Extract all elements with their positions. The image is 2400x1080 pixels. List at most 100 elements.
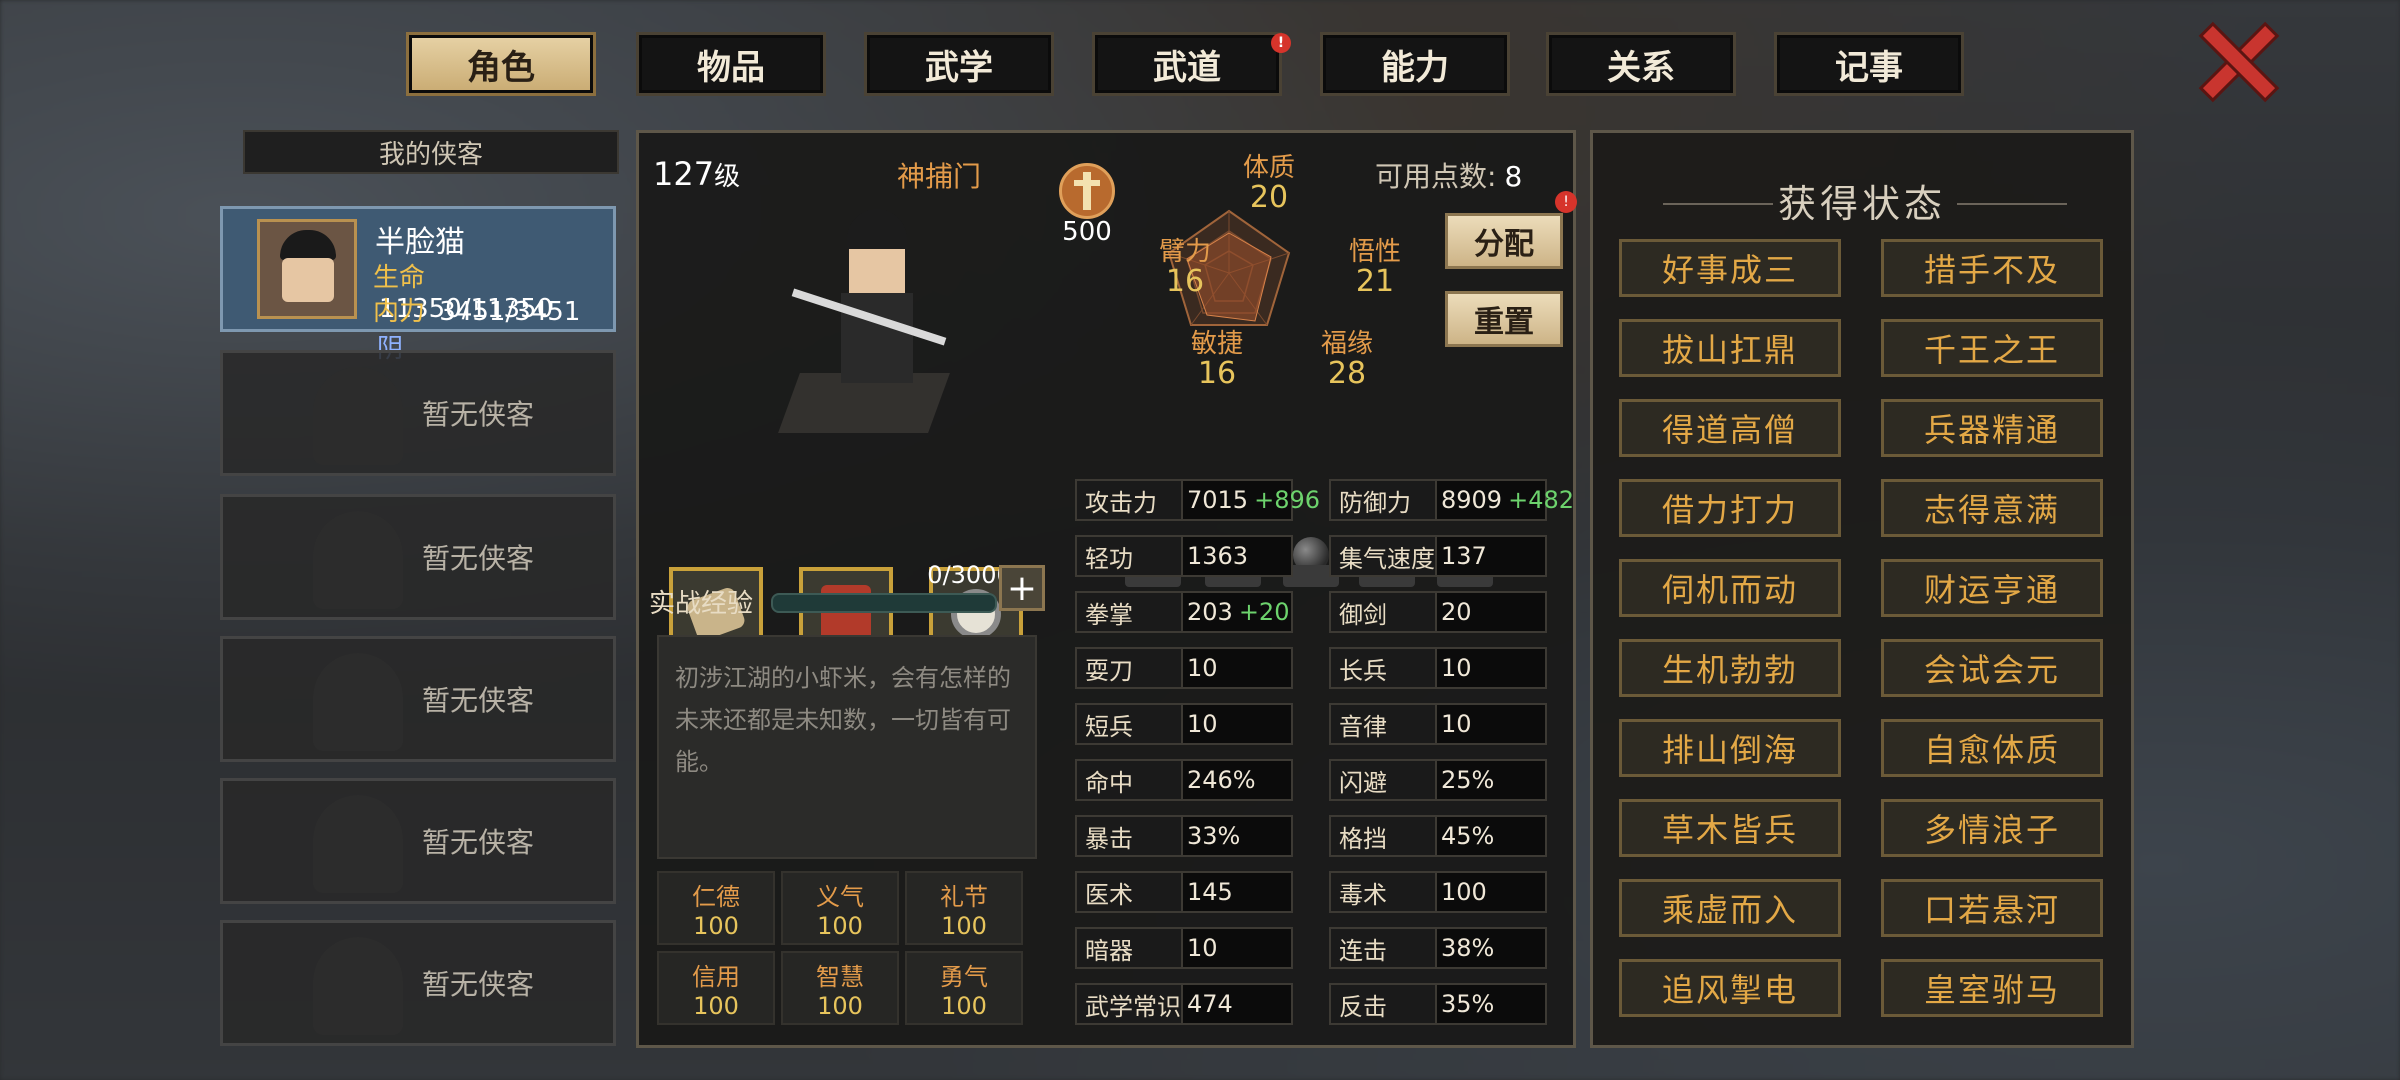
- stat-value: 7015 +896: [1183, 479, 1320, 521]
- empty-slot[interactable]: 暂无侠客: [220, 636, 616, 762]
- stat-label: 暴击: [1075, 815, 1183, 857]
- tab-character[interactable]: 角色: [406, 32, 596, 96]
- status-badge[interactable]: 得道高僧: [1619, 399, 1841, 457]
- sidebar-header: 我的侠客: [243, 130, 619, 174]
- empty-slot[interactable]: 暂无侠客: [220, 494, 616, 620]
- silhouette-icon: [313, 367, 403, 465]
- silhouette-icon: [313, 653, 403, 751]
- stat-label: 集气速度: [1329, 535, 1437, 577]
- rank-emblem-icon: [1059, 163, 1115, 219]
- stat-value: 10: [1437, 703, 1547, 745]
- character-panel: 127级 神捕门 500 体质 20 臂力 16 悟性 21 敏捷 16 福缘 28 可用…: [636, 130, 1577, 1048]
- tab-martial-arts[interactable]: 武学: [864, 32, 1054, 96]
- stat-label: 连击: [1329, 927, 1437, 969]
- stat-value: 10: [1183, 703, 1293, 745]
- stat-value: 10: [1183, 927, 1293, 969]
- status-badge[interactable]: 会试会元: [1881, 639, 2103, 697]
- status-badge[interactable]: 财运亨通: [1881, 559, 2103, 617]
- stat-label: 拳掌: [1075, 591, 1183, 633]
- status-badge[interactable]: 伺机而动: [1619, 559, 1841, 617]
- stat-label: 医术: [1075, 871, 1183, 913]
- tab-items[interactable]: 物品: [636, 32, 826, 96]
- status-badge[interactable]: 口若悬河: [1881, 879, 2103, 937]
- sect-name: 神捕门: [897, 160, 982, 193]
- status-badge[interactable]: 生机勃勃: [1619, 639, 1841, 697]
- status-badge[interactable]: 追风掣电: [1619, 959, 1841, 1017]
- stat-label: 闪避: [1329, 759, 1437, 801]
- virtue-courage: 勇气 100: [905, 951, 1023, 1025]
- stat-value: 38%: [1437, 927, 1547, 969]
- allocate-button[interactable]: 分配: [1445, 213, 1563, 269]
- level: 127级: [653, 155, 741, 193]
- stat-value: 100: [1437, 871, 1547, 913]
- stat-label: 防御力: [1329, 479, 1437, 521]
- virtue-righteousness: 义气 100: [781, 871, 899, 945]
- status-badge[interactable]: 拔山扛鼎: [1619, 319, 1841, 377]
- virtue-wisdom: 智慧 100: [781, 951, 899, 1025]
- status-badge[interactable]: 多情浪子: [1881, 799, 2103, 857]
- tab-martial-path[interactable]: 武道!: [1092, 32, 1291, 96]
- hero-card[interactable]: 半脸猫 生命 11350/11350 内力 3451/3451 阴: [220, 206, 616, 364]
- silhouette-icon: [313, 795, 403, 893]
- empty-slot[interactable]: 暂无侠客: [220, 920, 616, 1046]
- stat-label: 反击: [1329, 983, 1437, 1025]
- status-badge[interactable]: 草木皆兵: [1619, 799, 1841, 857]
- title-divider: [1957, 203, 2067, 205]
- attribute-strength: 臂力 16: [1159, 237, 1212, 299]
- status-badge[interactable]: 志得意满: [1881, 479, 2103, 537]
- alert-badge: !: [1555, 191, 1577, 213]
- tab-relations[interactable]: 关系: [1546, 32, 1736, 96]
- virtue-courtesy: 礼节 100: [905, 871, 1023, 945]
- stat-value: 10: [1183, 647, 1293, 689]
- status-badge[interactable]: 乘虚而入: [1619, 879, 1841, 937]
- stat-value: 20: [1437, 591, 1547, 633]
- attribute-agility: 敏捷 16: [1191, 329, 1244, 391]
- silhouette-icon: [313, 937, 403, 1035]
- available-points: 可用点数: 8: [1375, 160, 1523, 193]
- status-badge[interactable]: 千王之王: [1881, 319, 2103, 377]
- attribute-fortune: 福缘 28: [1321, 329, 1374, 391]
- stat-value: 10: [1437, 647, 1547, 689]
- stat-value: 137: [1437, 535, 1547, 577]
- stat-value: 35%: [1437, 983, 1547, 1025]
- experience-bar: [771, 593, 997, 613]
- stat-label: 武学常识: [1075, 983, 1183, 1025]
- experience-label: 实战经验: [649, 589, 754, 619]
- tab-journal[interactable]: 记事: [1774, 32, 1964, 96]
- tab-abilities[interactable]: 能力: [1320, 32, 1510, 96]
- status-badge[interactable]: 皇室驸马: [1881, 959, 2103, 1017]
- stat-value: 246%: [1183, 759, 1293, 801]
- stat-label: 短兵: [1075, 703, 1183, 745]
- status-badge[interactable]: 排山倒海: [1619, 719, 1841, 777]
- hero-name: 半脸猫: [375, 225, 465, 260]
- stat-label: 攻击力: [1075, 479, 1183, 521]
- stat-value: 45%: [1437, 815, 1547, 857]
- character-description: 初涉江湖的小虾米，会有怎样的未来还都是未知数，一切皆有可能。: [657, 635, 1037, 859]
- virtue-benevolence: 仁德 100: [657, 871, 775, 945]
- title-divider: [1663, 203, 1773, 205]
- stat-label: 暗器: [1075, 927, 1183, 969]
- stat-label: 毒术: [1329, 871, 1437, 913]
- silhouette-icon: [313, 511, 403, 609]
- add-experience-button[interactable]: +: [999, 565, 1045, 611]
- character-sprite: [769, 203, 979, 433]
- status-badge[interactable]: 自愈体质: [1881, 719, 2103, 777]
- stat-value: 474: [1183, 983, 1293, 1025]
- stat-label: 格挡: [1329, 815, 1437, 857]
- status-badge[interactable]: 措手不及: [1881, 239, 2103, 297]
- empty-slot[interactable]: 暂无侠客: [220, 778, 616, 904]
- stat-value: 145: [1183, 871, 1293, 913]
- stat-value: 25%: [1437, 759, 1547, 801]
- close-icon[interactable]: [2196, 22, 2276, 102]
- status-badge[interactable]: 兵器精通: [1881, 399, 2103, 457]
- virtue-trust: 信用 100: [657, 951, 775, 1025]
- stat-label: 长兵: [1329, 647, 1437, 689]
- stat-label: 耍刀: [1075, 647, 1183, 689]
- empty-slot[interactable]: 暂无侠客: [220, 350, 616, 476]
- stat-label: 命中: [1075, 759, 1183, 801]
- reset-button[interactable]: 重置: [1445, 291, 1563, 347]
- status-badge[interactable]: 好事成三: [1619, 239, 1841, 297]
- status-badge[interactable]: 借力打力: [1619, 479, 1841, 537]
- status-panel-title: 获得状态: [1777, 182, 1946, 226]
- stat-value: 1363: [1183, 535, 1293, 577]
